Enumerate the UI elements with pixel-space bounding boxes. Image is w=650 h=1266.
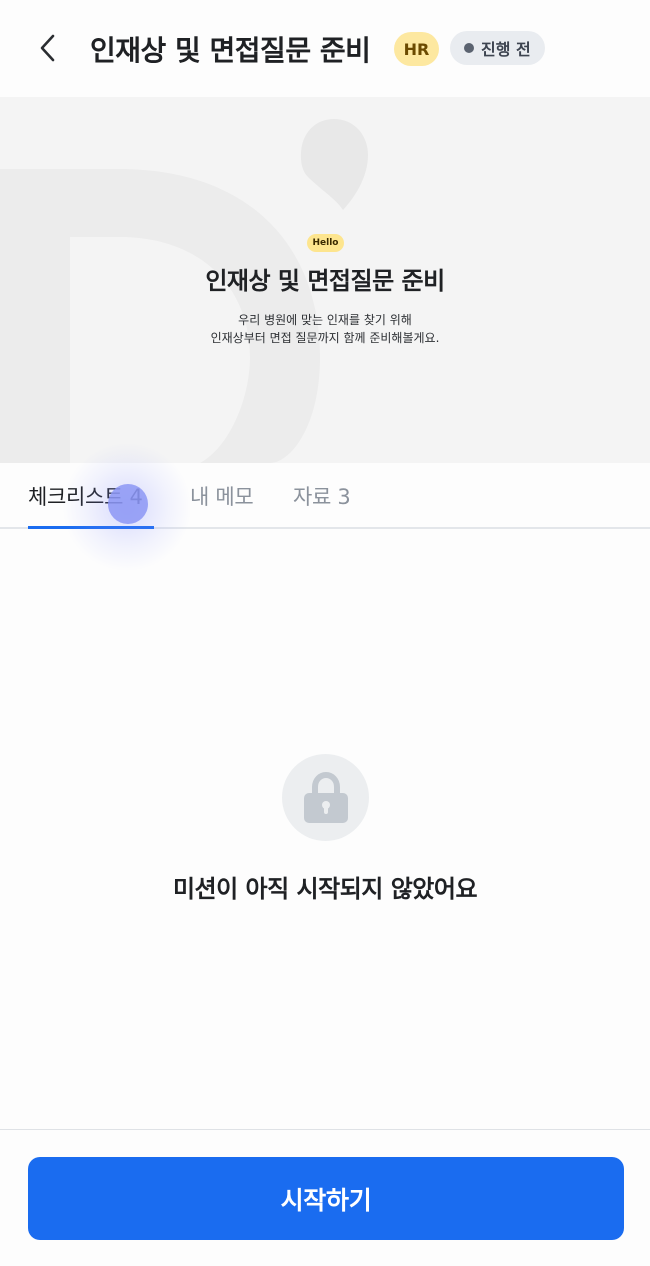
chevron-left-icon: [40, 34, 55, 62]
back-button[interactable]: [30, 30, 66, 66]
tab-materials[interactable]: 자료 3: [293, 481, 351, 511]
top-app-bar: 인재상 및 면접질문 준비 HR 진행 전: [0, 0, 650, 97]
active-tab-indicator: [28, 526, 154, 529]
page-title: 인재상 및 면접질문 준비: [90, 34, 371, 67]
hero-description-line-2: 인재상부터 면접 질문까지 함께 준비해볼게요.: [210, 331, 440, 345]
tab-my-memo[interactable]: 내 메모: [190, 481, 254, 511]
hero-banner: Hello 인재상 및 면접질문 준비 우리 병원에 맞는 인재를 찾기 위해 …: [0, 97, 650, 463]
locked-state-icon-container: [282, 754, 369, 841]
empty-state-message: 미션이 아직 시작되지 않았어요: [172, 875, 478, 903]
bottom-divider: [0, 1129, 650, 1130]
start-button[interactable]: 시작하기: [28, 1157, 624, 1240]
hello-badge: Hello: [307, 234, 344, 252]
hero-description-line-1: 우리 병원에 맞는 인재를 찾기 위해: [238, 313, 412, 327]
tab-checklist[interactable]: 체크리스트 4: [28, 481, 143, 511]
status-badge: 진행 전: [450, 31, 545, 65]
status-badge-label: 진행 전: [481, 40, 531, 59]
status-dot-icon: [464, 43, 474, 53]
category-badge: HR: [394, 32, 439, 66]
lock-icon: [303, 771, 348, 823]
hero-title: 인재상 및 면접질문 준비: [205, 267, 445, 295]
hero-description: 우리 병원에 맞는 인재를 찾기 위해 인재상부터 면접 질문까지 함께 준비해…: [0, 311, 650, 347]
tab-bar: 체크리스트 4 내 메모 자료 3: [0, 463, 650, 529]
